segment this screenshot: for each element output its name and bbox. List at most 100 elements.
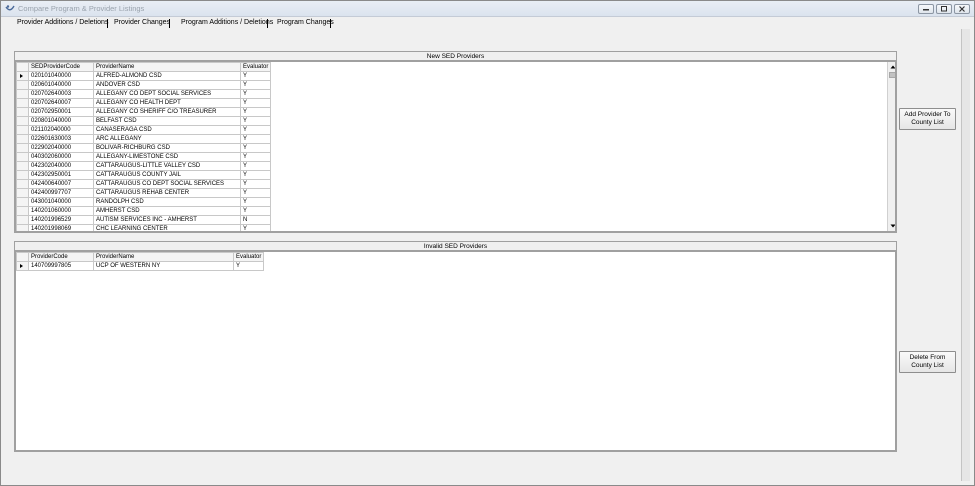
cell-provider-name[interactable]: CHC LEARNING CENTER [93,224,241,231]
cell-provider-name[interactable]: ALLEGANY CO SHERIFF C/O TREASURER [93,107,241,117]
cell-provider-name[interactable]: ARC ALLEGANY [93,134,241,144]
row-selector[interactable] [16,261,29,271]
new-providers-scrollbar[interactable] [887,62,896,231]
cell-evaluator[interactable]: Y [239,188,272,198]
cell-provider-name[interactable]: CATTARAUGUS REHAB CENTER [93,188,241,198]
menu-provider-additions-deletions[interactable]: Provider Additions / Deletions [17,19,108,26]
cell-provider-name[interactable]: CATTARAUGUS CO DEPT SOCIAL SERVICES [93,179,241,189]
cell-provider-name[interactable]: ALFRED-ALMOND CSD [93,71,241,81]
new-providers-grid[interactable]: SEDProviderCode ProviderName Evaluator 0… [15,61,896,232]
row-selector[interactable] [16,152,29,162]
cell-evaluator[interactable]: Y [239,89,272,99]
invalid-providers-grid[interactable]: ProviderCode ProviderName Evaluator 1407… [15,251,896,451]
cell-code[interactable]: 140709997805 [28,261,94,271]
cell-evaluator[interactable]: Y [239,143,272,153]
row-selector[interactable] [16,98,29,108]
cell-code[interactable]: 020702640007 [28,98,94,108]
column-header-evaluator[interactable]: Evaluator [239,62,272,72]
cell-evaluator[interactable]: Y [239,197,272,207]
column-header-evaluator[interactable]: Evaluator [232,252,265,262]
cell-evaluator[interactable]: Y [239,134,272,144]
minimize-button[interactable] [918,4,934,14]
row-selector[interactable] [16,170,29,180]
invalid-provider-row[interactable]: 140709997805 UCP OF WESTERN NY Y [16,261,265,271]
cell-provider-name[interactable]: BOLIVAR-RICHBURG CSD [93,143,241,153]
cell-code[interactable]: 042400997707 [28,188,94,198]
cell-evaluator[interactable]: Y [239,71,272,81]
column-header-providername[interactable]: ProviderName [93,252,234,262]
add-provider-to-county-button[interactable]: Add Provider To County List [899,108,956,130]
row-selector[interactable] [16,143,29,153]
row-selector[interactable] [16,125,29,135]
cell-evaluator[interactable]: Y [239,179,272,189]
menu-program-changes[interactable]: Program Changes [277,19,334,26]
row-selector[interactable] [16,80,29,90]
new-provider-row[interactable]: 022601630003 ARC ALLEGANY Y [16,134,272,144]
new-provider-row[interactable]: 042400997707 CATTARAUGUS REHAB CENTER Y [16,188,272,198]
new-provider-row[interactable]: 042302040000 CATTARAUGUS-LITTLE VALLEY CS… [16,161,272,171]
close-button[interactable] [954,4,970,14]
cell-provider-name[interactable]: CATTARAUGUS-LITTLE VALLEY CSD [93,161,241,171]
scroll-thumb[interactable] [889,72,895,78]
new-provider-row[interactable]: 021102040000 CANASERAGA CSD Y [16,125,272,135]
delete-from-county-button[interactable]: Delete From County List [899,351,956,373]
cell-evaluator[interactable]: N [239,215,272,225]
row-selector[interactable] [16,71,29,81]
maximize-button[interactable] [936,4,952,14]
cell-provider-name[interactable]: ALLEGANY CO HEALTH DEPT [93,98,241,108]
new-provider-row[interactable]: 022902040000 BOLIVAR-RICHBURG CSD Y [16,143,272,153]
column-header-sedprovidercode[interactable]: SEDProviderCode [28,62,94,72]
menu-program-additions-deletions[interactable]: Program Additions / Deletions [181,19,273,26]
cell-evaluator[interactable]: Y [239,80,272,90]
cell-evaluator[interactable]: Y [239,107,272,117]
cell-evaluator[interactable]: Y [239,161,272,171]
new-provider-row[interactable]: 040302060000 ALLEGANY-LIMESTONE CSD Y [16,152,272,162]
cell-provider-name[interactable]: AUTISM SERVICES INC - AMHERST [93,215,241,225]
scroll-down-icon[interactable] [889,222,896,230]
cell-evaluator[interactable]: Y [239,170,272,180]
row-selector[interactable] [16,224,29,231]
cell-code[interactable]: 042400640007 [28,179,94,189]
row-selector[interactable] [16,107,29,117]
cell-evaluator[interactable]: Y [239,116,272,126]
row-selector[interactable] [16,134,29,144]
cell-provider-name[interactable]: ANDOVER CSD [93,80,241,90]
cell-code[interactable]: 020702950001 [28,107,94,117]
cell-provider-name[interactable]: AMHERST CSD [93,206,241,216]
cell-evaluator[interactable]: Y [239,224,272,231]
cell-evaluator[interactable]: Y [239,206,272,216]
cell-code[interactable]: 021102040000 [28,125,94,135]
row-selector[interactable] [16,206,29,216]
new-provider-row[interactable]: 140201998069 CHC LEARNING CENTER Y [16,224,272,231]
row-selector[interactable] [16,188,29,198]
new-provider-row[interactable]: 020702950001 ALLEGANY CO SHERIFF C/O TREA… [16,107,272,117]
cell-code[interactable]: 020702640003 [28,89,94,99]
cell-code[interactable]: 020801040000 [28,116,94,126]
new-provider-row[interactable]: 020702640003 ALLEGANY CO DEPT SOCIAL SERV… [16,89,272,99]
cell-provider-name[interactable]: BELFAST CSD [93,116,241,126]
cell-code[interactable]: 020601040000 [28,80,94,90]
cell-code[interactable]: 140201060000 [28,206,94,216]
cell-provider-name[interactable]: CANASERAGA CSD [93,125,241,135]
new-provider-row[interactable]: 020801040000 BELFAST CSD Y [16,116,272,126]
cell-code[interactable]: 043001040000 [28,197,94,207]
cell-code[interactable]: 042302040000 [28,161,94,171]
cell-provider-name[interactable]: ALLEGANY CO DEPT SOCIAL SERVICES [93,89,241,99]
cell-code[interactable]: 022902040000 [28,143,94,153]
cell-evaluator[interactable]: Y [239,125,272,135]
new-provider-row[interactable]: 042400640007 CATTARAUGUS CO DEPT SOCIAL S… [16,179,272,189]
new-provider-row[interactable]: 140201996529 AUTISM SERVICES INC - AMHERS… [16,215,272,225]
new-provider-row[interactable]: 020601040000 ANDOVER CSD Y [16,80,272,90]
row-selector[interactable] [16,179,29,189]
row-selector[interactable] [16,197,29,207]
title-bar[interactable]: Compare Program & Provider Listings [1,1,974,17]
cell-provider-name[interactable]: RANDOLPH CSD [93,197,241,207]
cell-code[interactable]: 022601630003 [28,134,94,144]
cell-evaluator[interactable]: Y [232,261,265,271]
cell-code[interactable]: 140201998069 [28,224,94,231]
window-scrollbar[interactable] [961,29,970,481]
new-provider-row[interactable]: 020702640007 ALLEGANY CO HEALTH DEPT Y [16,98,272,108]
scroll-up-icon[interactable] [889,63,896,71]
cell-code[interactable]: 042302950001 [28,170,94,180]
new-provider-row[interactable]: 043001040000 RANDOLPH CSD Y [16,197,272,207]
